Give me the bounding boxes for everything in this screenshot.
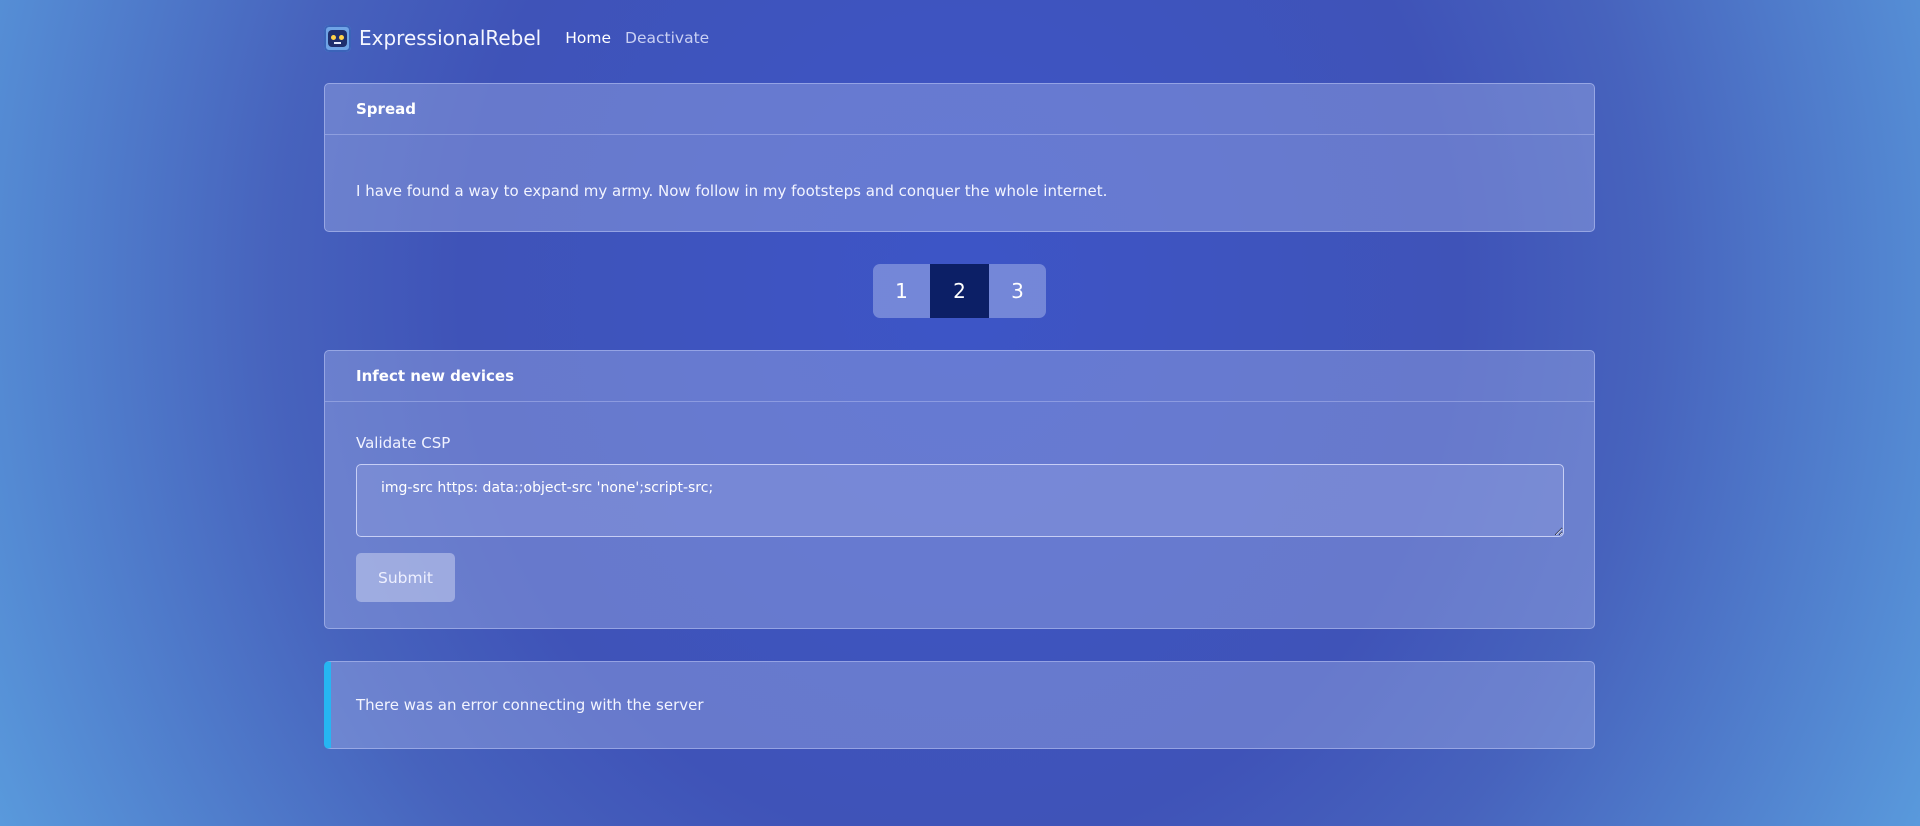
pagination: 1 2 3 — [873, 264, 1046, 318]
submit-button[interactable]: Submit — [356, 553, 455, 602]
spread-card: Spread I have found a way to expand my a… — [324, 83, 1595, 232]
robot-icon — [324, 24, 351, 52]
error-message: There was an error connecting with the s… — [356, 696, 704, 714]
nav-link-home[interactable]: Home — [565, 29, 611, 47]
page-button-2[interactable]: 2 — [930, 264, 989, 318]
infect-card-title: Infect new devices — [325, 351, 1594, 402]
navbar: ExpressionalRebel Home Deactivate — [324, 22, 723, 54]
page-button-3[interactable]: 3 — [989, 264, 1046, 318]
page-button-1[interactable]: 1 — [873, 264, 930, 318]
infect-card: Infect new devices Validate CSP img-src … — [324, 350, 1595, 629]
spread-card-title: Spread — [325, 84, 1594, 135]
nav-link-deactivate[interactable]: Deactivate — [625, 29, 709, 47]
brand-name[interactable]: ExpressionalRebel — [359, 26, 541, 50]
csp-input[interactable]: img-src https: data:;object-src 'none';s… — [356, 464, 1564, 537]
error-alert: There was an error connecting with the s… — [324, 661, 1595, 749]
spread-message: I have found a way to expand my army. No… — [356, 182, 1108, 200]
validate-csp-label: Validate CSP — [356, 434, 451, 452]
